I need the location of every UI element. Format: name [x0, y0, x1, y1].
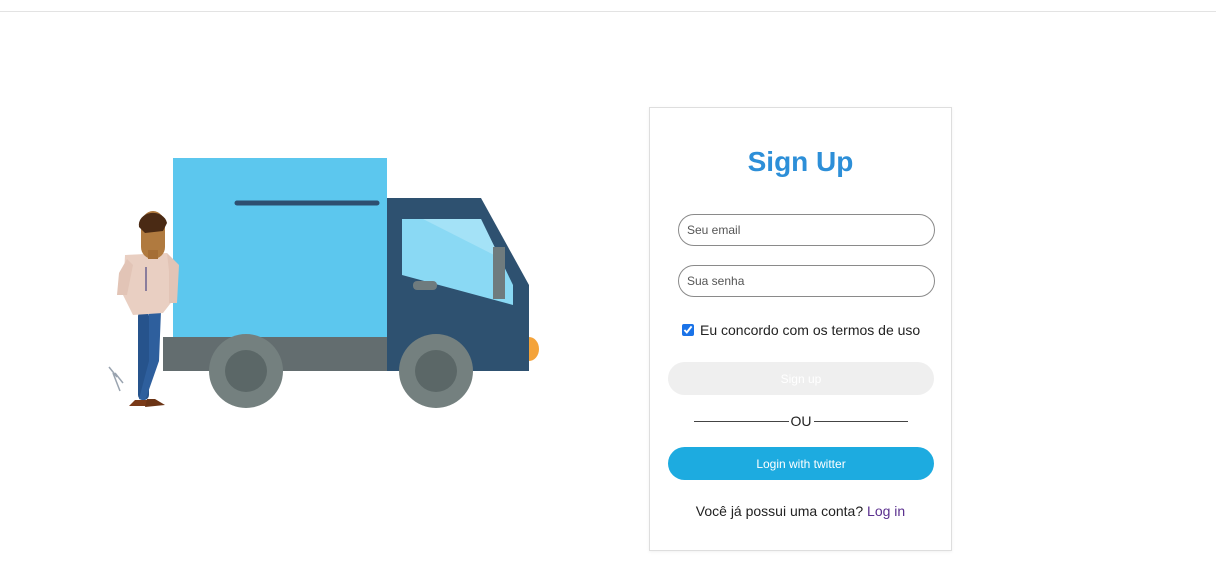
or-divider: OU — [694, 413, 908, 429]
signup-card: Sign Up Eu concordo com os termos de uso… — [649, 107, 952, 551]
login-prompt: Você já possui uma conta? Log in — [650, 503, 951, 519]
terms-agreement[interactable]: Eu concordo com os termos de uso — [682, 322, 920, 338]
or-label: OU — [790, 413, 812, 429]
truck-and-person-graphic — [108, 158, 539, 408]
page-title: Sign Up — [747, 146, 854, 177]
terms-checkbox[interactable] — [682, 324, 694, 336]
password-field[interactable] — [678, 265, 935, 297]
divider-line-right — [813, 420, 908, 422]
login-link[interactable]: Log in — [867, 503, 905, 519]
delivery-truck-illustration — [105, 155, 545, 415]
twitter-login-button[interactable]: Login with twitter — [668, 447, 934, 480]
have-account-text: Você já possui uma conta? — [695, 503, 864, 519]
signup-button[interactable]: Sign up — [668, 362, 934, 395]
top-divider — [0, 11, 1216, 12]
divider-line-left — [694, 420, 789, 422]
terms-label: Eu concordo com os termos de uso — [700, 322, 921, 338]
email-field[interactable] — [678, 214, 935, 246]
